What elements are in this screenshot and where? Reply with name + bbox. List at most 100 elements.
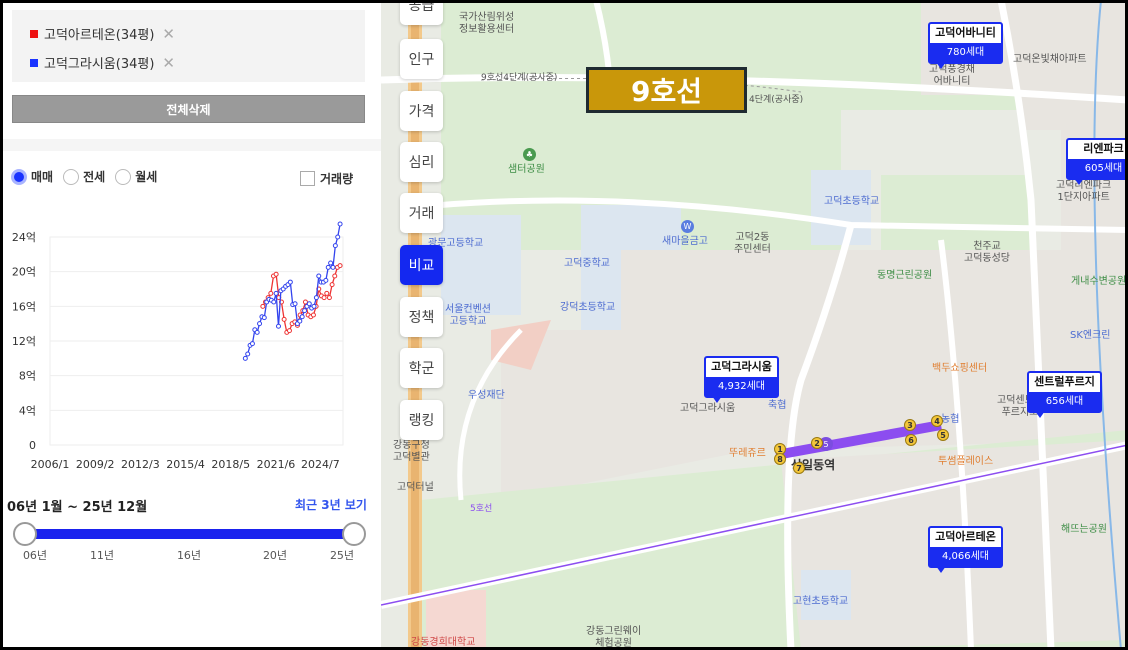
red-legend-icon (30, 29, 38, 38)
y-tick-label: 0 (29, 439, 36, 452)
data-point (271, 299, 277, 305)
nav-sentiment[interactable]: 심리 (400, 142, 443, 182)
nav-compare[interactable]: 비교 (400, 245, 443, 285)
remove-icon[interactable]: ✕ (162, 25, 175, 43)
data-point (337, 221, 343, 227)
range-tick: 25년 (329, 549, 355, 562)
map-label: 고덕터널 (397, 482, 434, 493)
data-point (249, 341, 255, 347)
map-label: 동명근린공원 (877, 270, 933, 281)
map-label: 샘터공원 (508, 164, 545, 175)
map-label: 강동경희대학교 (411, 637, 476, 648)
y-tick-label: 4억 (19, 404, 36, 417)
marker-name: 리엔파크 (1083, 142, 1124, 155)
marker-count: 656세대 (1029, 392, 1100, 411)
map-label: 고덕그라시움 (680, 403, 736, 414)
marker-arteon[interactable]: 고덕아르테온 4,066세대 (928, 526, 1003, 573)
range-tick: 06년 (22, 549, 48, 562)
volume-checkbox[interactable]: 거래량 (300, 170, 353, 187)
nav-supply[interactable]: 공급 (400, 0, 443, 25)
data-point (273, 290, 279, 296)
data-point (321, 295, 327, 301)
exit-icon: 8 (774, 453, 786, 465)
range-tick: 16년 (176, 549, 202, 562)
map-label: 뚜레쥬르 (729, 448, 766, 459)
map-label: 강동그린웨이 체험공원 (586, 626, 642, 649)
exit-icon: 2 (811, 437, 823, 449)
data-point (261, 315, 267, 321)
data-point (332, 243, 338, 249)
data-point (329, 282, 335, 288)
data-point (326, 295, 332, 301)
data-point (332, 273, 338, 279)
nav-transaction[interactable]: 거래 (400, 193, 443, 233)
x-tick-label: 2006/1 (31, 458, 70, 471)
range-start-handle[interactable] (13, 522, 37, 546)
map-label: 해뜨는공원 (1061, 524, 1107, 535)
data-point (292, 301, 298, 307)
map-label: 천주교 고덕동성당 (964, 241, 1010, 264)
data-point (273, 271, 279, 277)
marker-central-prugio[interactable]: 센트럴푸르지 656세대 (1027, 371, 1102, 418)
selected-item-label: 고덕그라시움(34평) (44, 57, 155, 72)
nav-price[interactable]: 가격 (400, 91, 443, 131)
radio-label: 월세 (135, 170, 158, 184)
data-point (306, 301, 312, 307)
remove-icon[interactable]: ✕ (162, 54, 175, 72)
data-point (268, 290, 274, 296)
radio-monthly[interactable]: 월세 (115, 168, 157, 185)
x-tick-label: 2021/6 (257, 458, 296, 471)
data-point (311, 303, 317, 309)
map-label: 서울컨벤션 고등학교 (445, 304, 491, 327)
y-tick-label: 8억 (19, 370, 36, 383)
map[interactable]: 공급 인구 가격 심리 거래 비교 정책 학군 랭킹 9호선 국가산림위성 정보… (381, 0, 1128, 650)
data-point (242, 355, 248, 361)
radio-icon[interactable] (11, 168, 27, 185)
radio-jeonse[interactable]: 전세 (63, 168, 105, 185)
map-label: 9호선4단계(공사중) (481, 73, 558, 83)
radio-icon[interactable] (115, 168, 132, 185)
map-label: 게내수변공원 (1071, 276, 1127, 287)
nav-population[interactable]: 인구 (400, 39, 443, 79)
map-label: 축협 (768, 400, 787, 411)
marker-gracium[interactable]: 고덕그라시움 4,932세대 (704, 356, 779, 403)
x-tick-label: 2009/2 (76, 458, 115, 471)
marker-urbanity[interactable]: 고덕어바니티 780세대 (928, 22, 1003, 69)
nav-ranking[interactable]: 랭킹 (400, 400, 443, 440)
park-icon: ♣ (523, 148, 536, 161)
marker-count: 605세대 (1068, 159, 1128, 178)
marker-lienpark[interactable]: 리엔파크 605세대 (1066, 138, 1128, 185)
nav-policy[interactable]: 정책 (400, 297, 443, 337)
data-point (287, 279, 293, 285)
data-point (313, 295, 319, 301)
nav-school[interactable]: 학군 (400, 348, 443, 388)
line-9-banner: 9호선 (586, 67, 747, 113)
data-point (260, 303, 266, 309)
recent-3-years-link[interactable]: 최근 3년 보기 (295, 496, 367, 513)
range-end-handle[interactable] (342, 522, 366, 546)
data-point (245, 351, 251, 357)
line-5-label: 5호선 (470, 504, 493, 514)
marker-count: 4,066세대 (930, 547, 1001, 566)
radio-label: 전세 (83, 170, 106, 184)
radio-icon[interactable] (63, 168, 80, 185)
delete-all-button[interactable]: 전체삭제 (12, 95, 365, 123)
data-point (297, 318, 303, 324)
map-label: 고현초등학교 (793, 596, 849, 607)
map-label: 고덕온빛채아파트 (1013, 54, 1087, 65)
range-slider-track[interactable] (25, 529, 354, 539)
checkbox-icon[interactable] (300, 171, 315, 186)
radio-sale[interactable]: 매매 (11, 168, 53, 185)
left-panel: 고덕아르테온(34평) ✕ 고덕그라시움(34평) ✕ 전체삭제 매매 전세 월… (0, 0, 381, 650)
divider (0, 139, 381, 151)
y-tick-label: 12억 (12, 335, 36, 348)
data-point (302, 308, 308, 314)
x-tick-label: 2015/4 (166, 458, 205, 471)
data-point (257, 321, 263, 327)
x-tick-label: 2018/5 (211, 458, 250, 471)
selected-item: 고덕아르테온(34평) ✕ (30, 24, 175, 43)
volume-label: 거래량 (320, 172, 354, 186)
blue-legend-icon (30, 58, 38, 67)
map-label: 투썸플레이스 (938, 456, 994, 467)
marker-name: 고덕어바니티 (935, 26, 996, 39)
